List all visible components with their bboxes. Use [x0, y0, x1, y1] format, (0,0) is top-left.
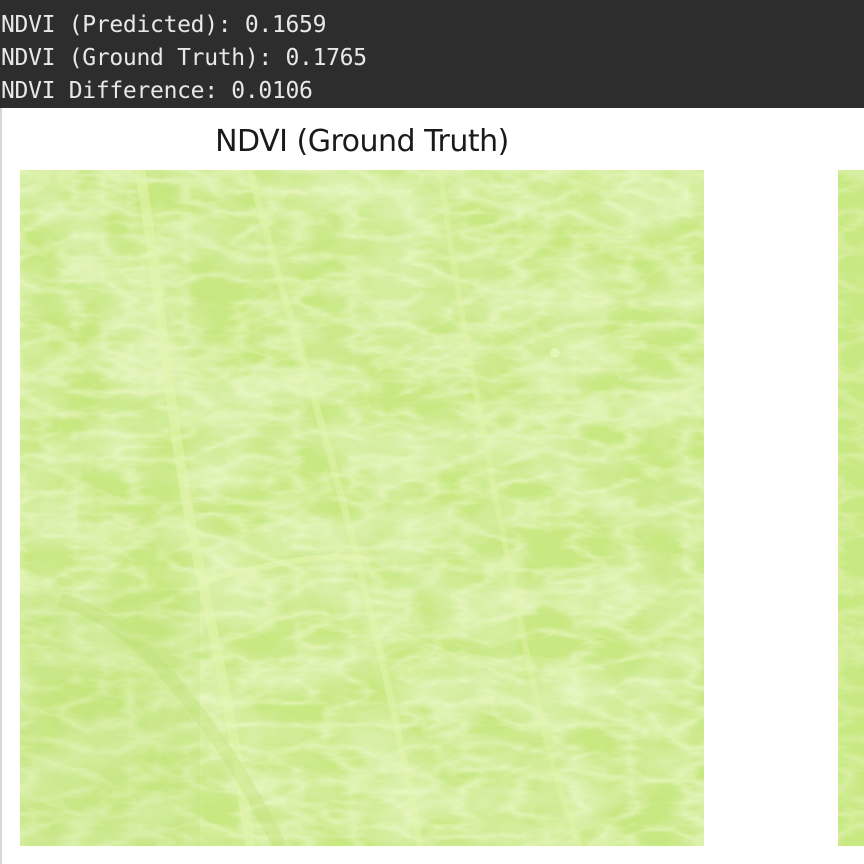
ndvi-predicted-image-partial: [838, 170, 864, 846]
ndvi-ground-truth-line: NDVI (Ground Truth): 0.1765: [1, 45, 367, 71]
figure-title: NDVI (Ground Truth): [215, 124, 509, 159]
ndvi-map-svg: [20, 170, 704, 846]
ndvi-ground-truth-image: [20, 170, 704, 846]
ndvi-difference-line: NDVI Difference: 0.0106: [1, 78, 313, 104]
ndvi-predicted-line: NDVI (Predicted): 0.1659: [1, 12, 327, 38]
console-output: NDVI (Predicted): 0.1659 NDVI (Ground Tr…: [0, 0, 864, 108]
